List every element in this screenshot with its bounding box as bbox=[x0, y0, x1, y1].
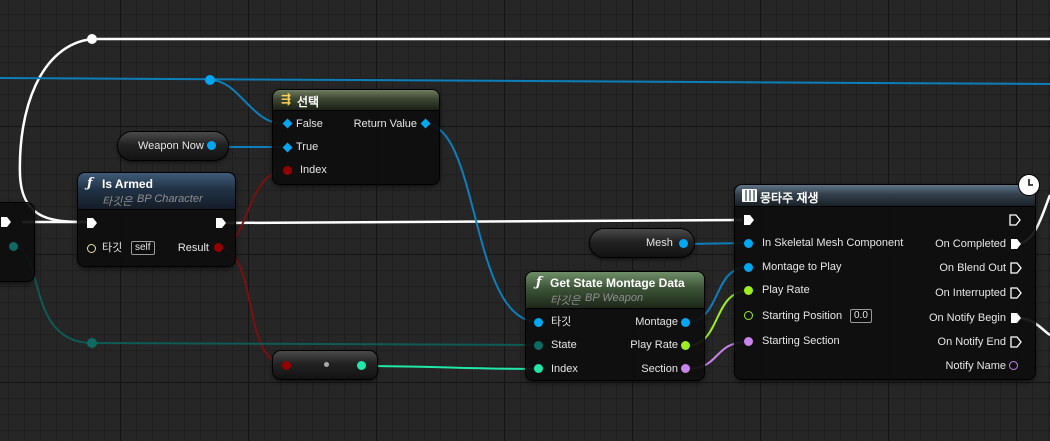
target-pin-label: 타깃 bbox=[102, 242, 123, 254]
exec-out-pin[interactable] bbox=[215, 217, 227, 229]
exec-out-pin[interactable] bbox=[0, 216, 12, 228]
notify-name-pin[interactable] bbox=[1009, 361, 1018, 370]
section-out-label: Section bbox=[641, 363, 678, 375]
exec-in-pin[interactable] bbox=[743, 214, 755, 226]
is-armed-target-class: BP Character bbox=[137, 193, 203, 205]
on-blend-out-pin[interactable] bbox=[1010, 262, 1022, 274]
index-pin-label: Index bbox=[300, 164, 327, 176]
select-bool-node[interactable] bbox=[273, 351, 377, 379]
exec-in-pin[interactable] bbox=[86, 217, 98, 229]
byte-out-pin[interactable] bbox=[9, 242, 18, 251]
false-pin-label: False bbox=[296, 118, 323, 130]
result-pin[interactable] bbox=[214, 243, 223, 252]
montage-to-play-pin[interactable] bbox=[744, 263, 753, 272]
state-pin[interactable] bbox=[534, 341, 543, 350]
is-armed-node[interactable]: ƒ Is Armed 타깃은 BP Character 타깃 self Resu… bbox=[78, 173, 235, 266]
false-pin[interactable] bbox=[282, 118, 293, 129]
play-rate-in-pin[interactable] bbox=[744, 286, 753, 295]
montage-out-label: Montage bbox=[635, 316, 678, 328]
skeletal-mesh-label: In Skeletal Mesh Component bbox=[762, 237, 904, 249]
montage-out-pin[interactable] bbox=[681, 318, 690, 327]
section-out-pin[interactable] bbox=[681, 364, 690, 373]
return-value-label: Return Value bbox=[353, 118, 417, 130]
on-blend-out-label: On Blend Out bbox=[939, 262, 1006, 274]
function-icon: ƒ bbox=[87, 176, 93, 191]
starting-section-pin[interactable] bbox=[744, 337, 753, 346]
state-pin-label: State bbox=[551, 339, 577, 351]
on-interrupted-label: On Interrupted bbox=[935, 287, 1006, 299]
return-value-pin[interactable] bbox=[420, 118, 431, 129]
weapon-now-variable[interactable]: Weapon Now bbox=[118, 132, 228, 160]
clock-icon bbox=[1018, 174, 1040, 196]
select-bool-dot bbox=[324, 362, 329, 367]
select-node-title: 선택 bbox=[297, 95, 320, 109]
get-state-index-label: Index bbox=[551, 363, 578, 375]
get-state-title: Get State Montage Data bbox=[550, 276, 685, 290]
object-wire-top[interactable] bbox=[0, 77, 1050, 85]
object-wire-return-target[interactable] bbox=[424, 123, 539, 323]
is-armed-title: Is Armed bbox=[102, 177, 153, 191]
play-montage-title: 몽타주 재생 bbox=[760, 191, 819, 205]
skeletal-mesh-pin[interactable] bbox=[744, 239, 753, 248]
get-state-index-pin[interactable] bbox=[534, 364, 543, 373]
index-pin[interactable] bbox=[283, 166, 292, 175]
get-state-target-pin[interactable] bbox=[534, 318, 543, 327]
on-notify-begin-label: On Notify Begin bbox=[928, 312, 1006, 324]
is-armed-target-prefix: 타깃은 bbox=[102, 196, 133, 208]
reroute-knot-byte[interactable] bbox=[87, 338, 97, 348]
mesh-variable[interactable]: Mesh bbox=[590, 229, 694, 257]
montage-icon bbox=[742, 189, 757, 202]
mesh-label: Mesh bbox=[646, 237, 673, 249]
on-completed-pin[interactable] bbox=[1010, 238, 1022, 250]
target-self-value[interactable]: self bbox=[131, 241, 155, 255]
on-completed-label: On Completed bbox=[935, 238, 1006, 250]
reroute-knot-object[interactable] bbox=[205, 75, 215, 85]
on-notify-end-label: On Notify End bbox=[937, 336, 1006, 348]
montage-to-play-label: Montage to Play bbox=[762, 261, 842, 273]
target-pin[interactable] bbox=[87, 244, 96, 253]
play-rate-out-label: Play Rate bbox=[630, 339, 678, 351]
select-bool-in-pin[interactable] bbox=[282, 361, 291, 370]
result-pin-label: Result bbox=[177, 242, 209, 254]
weapon-now-label: Weapon Now bbox=[138, 140, 204, 152]
int-wire-index[interactable] bbox=[361, 365, 539, 370]
on-notify-end-pin[interactable] bbox=[1010, 336, 1022, 348]
starting-position-pin[interactable] bbox=[744, 311, 753, 320]
get-state-target-prefix: 타깃은 bbox=[550, 295, 581, 307]
play-rate-in-label: Play Rate bbox=[762, 284, 810, 296]
on-notify-begin-pin[interactable] bbox=[1010, 312, 1022, 324]
offscreen-node[interactable] bbox=[0, 203, 34, 281]
true-pin[interactable] bbox=[282, 142, 293, 153]
get-state-montage-node[interactable]: ƒ Get State Montage Data 타깃은 BP Weapon 타… bbox=[526, 272, 704, 380]
byte-wire-state[interactable] bbox=[91, 342, 539, 346]
on-interrupted-pin[interactable] bbox=[1010, 287, 1022, 299]
weapon-now-pin[interactable] bbox=[207, 141, 216, 150]
starting-section-label: Starting Section bbox=[762, 335, 840, 347]
select-bool-out-pin[interactable] bbox=[357, 361, 366, 370]
select-icon: ⇶ bbox=[281, 92, 292, 106]
get-state-target-label: 타깃 bbox=[551, 316, 572, 328]
exec-out-pin[interactable] bbox=[1009, 214, 1021, 226]
mesh-pin[interactable] bbox=[679, 239, 688, 248]
function-icon: ƒ bbox=[536, 275, 542, 290]
starting-position-input[interactable]: 0.0 bbox=[850, 309, 872, 323]
exec-wire-main[interactable] bbox=[221, 218, 743, 225]
notify-name-label: Notify Name bbox=[945, 360, 1006, 372]
play-rate-out-pin[interactable] bbox=[681, 341, 690, 350]
starting-position-label: Starting Position bbox=[762, 310, 843, 322]
reroute-knot-exec[interactable] bbox=[87, 34, 97, 44]
play-montage-node[interactable]: 몽타주 재생 In Skeletal Mesh Component Montag… bbox=[735, 185, 1035, 379]
get-state-target-class: BP Weapon bbox=[585, 292, 644, 304]
select-node[interactable]: ⇶ 선택 False True Index Return Value bbox=[273, 90, 439, 184]
true-pin-label: True bbox=[296, 141, 319, 153]
